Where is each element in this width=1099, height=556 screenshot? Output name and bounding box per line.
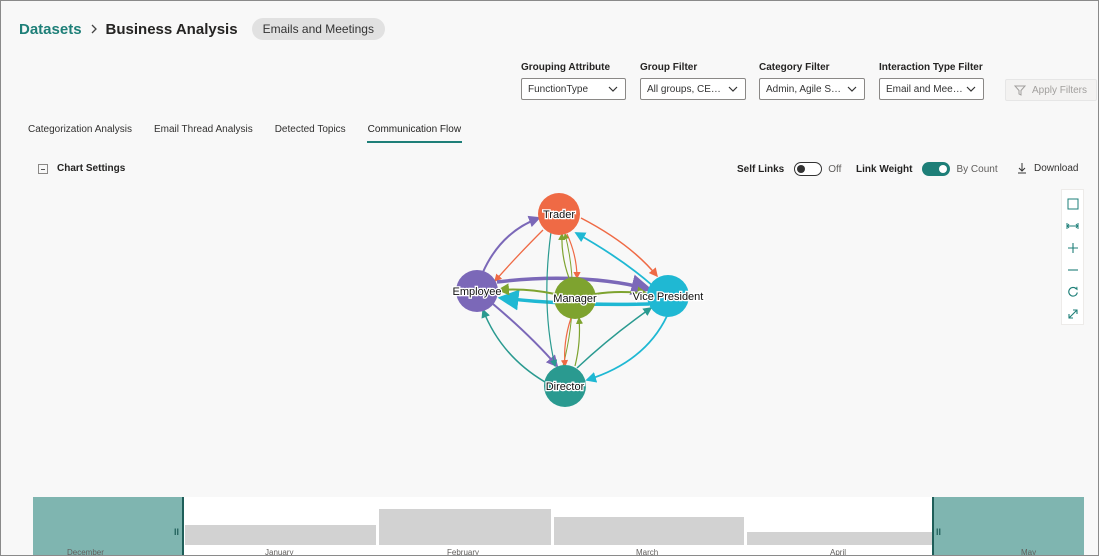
tab-categorization-analysis[interactable]: Categorization Analysis [28, 124, 132, 143]
chevron-down-icon [728, 86, 738, 92]
timeline-brush[interactable]: ll ll December January February March Ap… [33, 497, 1084, 556]
zoom-in-icon[interactable] [1065, 239, 1081, 257]
download-button[interactable]: Download [1017, 162, 1078, 174]
collapse-icon [38, 163, 48, 174]
chart-settings-toggle[interactable]: Chart Settings [38, 163, 125, 174]
filter-icon [1014, 85, 1026, 96]
timeline-month-label: February [447, 548, 480, 556]
dropdown-value: FunctionType [528, 83, 589, 95]
fit-width-icon[interactable] [1065, 217, 1081, 235]
filter-label: Category Filter [759, 62, 830, 73]
filter-label: Interaction Type Filter [879, 62, 983, 73]
chevron-right-icon [90, 21, 98, 37]
apply-filters-label: Apply Filters [1032, 84, 1088, 96]
timeline-left-mask [33, 497, 183, 555]
select-box-icon[interactable] [1065, 195, 1081, 213]
timeline-bar [554, 517, 744, 545]
breadcrumb-datasets-link[interactable]: Datasets [19, 21, 82, 38]
breadcrumb: Datasets Business Analysis Emails and Me… [19, 18, 385, 40]
self-links-state: Off [828, 163, 842, 175]
graph-nodes: Trader Employee Manager Vice President Direc… [451, 193, 705, 407]
tab-detected-topics[interactable]: Detected Topics [275, 124, 346, 143]
node-label-employee: Employee [453, 286, 502, 298]
dataset-pill: Emails and Meetings [251, 18, 385, 40]
app-frame: Datasets Business Analysis Emails and Me… [0, 0, 1099, 556]
category-filter-dropdown[interactable]: Admin, Agile Syn... [759, 78, 865, 100]
timeline-month-label: January [265, 548, 294, 556]
interaction-type-filter: Interaction Type Filter Email and Meeti.… [879, 62, 984, 100]
timeline-bar [747, 532, 932, 545]
link-weight-control: Link Weight By Count [856, 162, 998, 176]
timeline-bar [379, 509, 551, 545]
timeline-month-label: April [830, 548, 847, 556]
link-weight-toggle[interactable] [922, 162, 951, 176]
chevron-down-icon [847, 86, 857, 92]
reset-icon[interactable] [1065, 283, 1081, 301]
grip-icon[interactable]: ll [174, 527, 179, 537]
category-filter: Category Filter Admin, Agile Syn... [759, 62, 865, 100]
graph-toolbar [1061, 189, 1084, 325]
grip-icon[interactable]: ll [936, 527, 941, 537]
grouping-attribute-filter: Grouping Attribute FunctionType [521, 62, 626, 100]
timeline-month-label: May [1021, 548, 1037, 556]
chevron-down-icon [608, 86, 618, 92]
node-label-trader: Trader [543, 209, 575, 221]
timeline-bar [185, 525, 376, 545]
self-links-label: Self Links [737, 163, 785, 175]
download-label: Download [1034, 162, 1079, 174]
timeline-right-mask [933, 497, 1084, 555]
tab-communication-flow[interactable]: Communication Flow [366, 124, 463, 143]
page-title: Business Analysis [105, 20, 238, 38]
group-filter-dropdown[interactable]: All groups, CEO, ... [640, 78, 746, 100]
timeline-right-handle[interactable] [932, 497, 934, 555]
self-links-control: Self Links Off [737, 162, 841, 176]
timeline-month-label: December [67, 548, 104, 556]
node-label-director: Director [546, 381, 585, 393]
communication-flow-graph[interactable]: Trader Employee Manager Vice President Direc… [431, 186, 721, 411]
timeline-left-handle[interactable] [182, 497, 184, 555]
tab-bar: Categorization Analysis Email Thread Ana… [28, 124, 483, 143]
group-filter: Group Filter All groups, CEO, ... [640, 62, 746, 100]
zoom-out-icon[interactable] [1065, 261, 1081, 279]
interaction-type-dropdown[interactable]: Email and Meeti... [879, 78, 984, 100]
chart-settings-label: Chart Settings [57, 163, 126, 174]
dropdown-value: Email and Meeti... [886, 83, 965, 95]
apply-filters-button[interactable]: Apply Filters [1005, 79, 1097, 101]
expand-icon[interactable] [1065, 305, 1081, 323]
tab-email-thread-analysis[interactable]: Email Thread Analysis [154, 124, 253, 143]
link-weight-label: Link Weight [856, 163, 913, 175]
download-icon [1018, 163, 1026, 174]
dropdown-value: All groups, CEO, ... [647, 83, 727, 95]
node-label-vp: Vice President [633, 291, 704, 303]
dropdown-value: Admin, Agile Syn... [766, 83, 846, 95]
grouping-attribute-dropdown[interactable]: FunctionType [521, 78, 626, 100]
node-label-manager: Manager [553, 293, 597, 305]
filter-label: Grouping Attribute [521, 62, 611, 73]
chevron-down-icon [966, 86, 976, 92]
link-weight-state: By Count [956, 163, 998, 175]
filter-label: Group Filter [640, 62, 698, 73]
timeline-month-label: March [636, 548, 659, 556]
self-links-toggle[interactable] [794, 162, 823, 176]
